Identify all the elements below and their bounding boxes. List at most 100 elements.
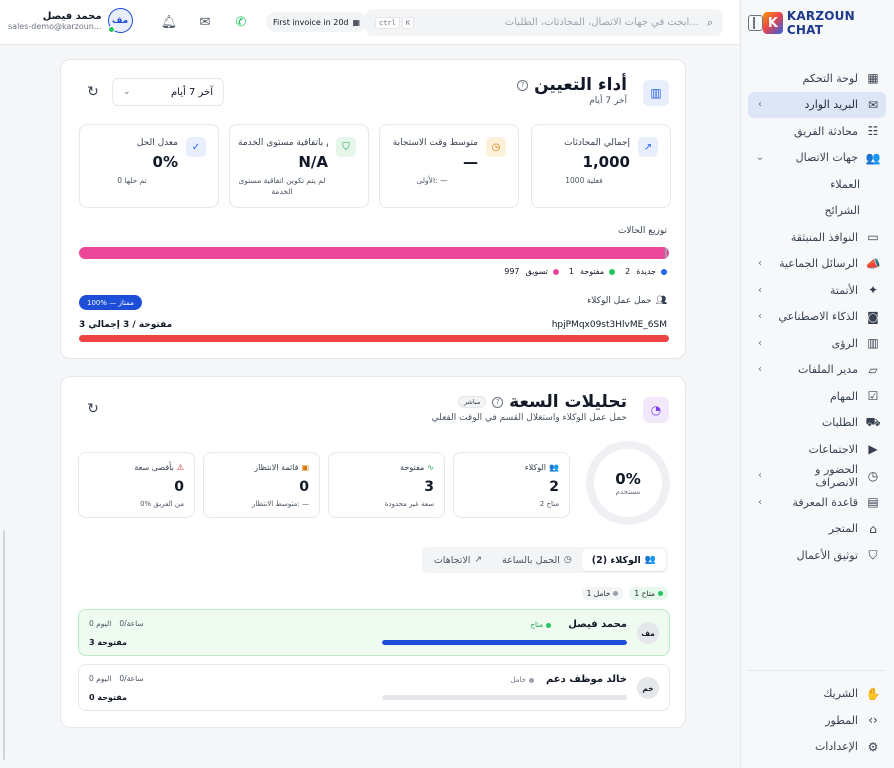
sidebar-item-label: النوافذ المنبثقة — [790, 230, 858, 244]
tab-0[interactable]: 👥 الوكلاء (2) — [581, 549, 666, 571]
status-dot — [546, 622, 551, 628]
agent-status: خامل — [510, 676, 534, 684]
sidebar-item[interactable]: ◷ الحضور و الانصراف ‹ — [748, 463, 886, 489]
capacity-title: مباشر ? تحليلات السعة — [457, 392, 627, 412]
sidebar-item[interactable]: ▦ لوحة التحكم — [748, 65, 886, 91]
sidebar-item[interactable]: ☑ المهام — [748, 383, 886, 409]
agent-open-count: 3 مفتوحة — [89, 638, 127, 647]
capacity-card-head: ▣ قائمة الانتظار — [254, 463, 309, 472]
workload-title-text: حمل عمل الوكلاء — [587, 296, 652, 306]
refresh-icon[interactable]: ↻ — [85, 84, 101, 100]
tab-2[interactable]: ↗ الاتجاهات — [424, 549, 492, 571]
refresh-icon[interactable]: ↻ — [85, 401, 101, 417]
gauge-value: 0% — [615, 470, 641, 488]
sidebar-item[interactable]: ▱ مدير الملفات ‹ — [748, 357, 886, 383]
sidebar-nav: ▦ لوحة التحكم ✉ البريد الوارد ‹ ☷ محادثة الفري… — [748, 65, 886, 569]
scrollbar[interactable] — [3, 530, 5, 760]
invoice-label: First invoice in 20d — [273, 17, 349, 27]
stat-value: 1,000 — [582, 153, 630, 171]
shield-check-icon: ⛉ — [868, 547, 878, 562]
capacity-card: 👥 الوكلاء 2 2 متاح — [453, 452, 570, 518]
sidebar-item[interactable]: ✉ البريد الوارد ‹ — [748, 91, 886, 118]
live-badge: مباشر — [457, 396, 487, 408]
sidebar-item[interactable]: ☷ محادثة الفريق — [748, 118, 886, 144]
user-name: محمد فيصل — [42, 10, 102, 22]
global-search[interactable]: ⌕ ابحث في جهات الاتصال، المحادثات، الطلب… — [365, 9, 723, 36]
kbd-ctrl: ctrl — [375, 16, 400, 29]
sidebar-item[interactable]: ◙ الذكاء الاصطناعي ‹ — [748, 304, 886, 330]
capacity-card-value: 0 — [299, 479, 309, 495]
sidebar-item[interactable]: ✦ الأتمتة ‹ — [748, 277, 886, 303]
chevron-down-icon: ⌄ — [123, 87, 131, 97]
user-menu[interactable]: محمد فيصل sales-demo@karzoun... مف — [8, 8, 133, 33]
help-icon[interactable]: ? — [492, 396, 504, 408]
capacity-card-label: الوكلاء — [524, 463, 547, 472]
sidebar-item[interactable]: ▥ الرؤى ‹ — [748, 330, 886, 356]
sidebar-bottom-item[interactable]: ✋ الشريك — [748, 681, 886, 707]
sidebar-item-label: الأتمتة — [830, 283, 858, 297]
chevron-icon: ‹ — [758, 496, 762, 508]
gear-icon: ⚙ — [867, 739, 879, 754]
capacity-card-note: 0% من الفريق — [140, 500, 184, 508]
sidebar-item-label: محادثة الفريق — [794, 124, 858, 138]
agent-load-fill — [382, 640, 627, 645]
agent-row[interactable]: خم خالد موظف دعم خامل 0 اليوم 0/ساعة 0 مفتوحة — [78, 664, 670, 711]
avatar-initials: مف — [111, 15, 129, 26]
agent-today: 0 اليوم — [89, 619, 112, 628]
sidebar-bottom-nav: ✋ الشريك ‹› المطور ⚙ الإعدادات — [748, 669, 886, 761]
tab-label: الوكلاء (2) — [591, 554, 641, 566]
agent-per-hour: 0/ساعة — [119, 619, 144, 628]
agent-status-chips: 1 متاح 1 خامل — [581, 587, 668, 600]
tab-1[interactable]: ◷ الحمل بالساعة — [492, 549, 582, 571]
capacity-card-icon: ⚠ — [176, 463, 184, 472]
sidebar-item[interactable]: ⛉ توثيق الأعمال — [748, 542, 886, 568]
whatsapp-icon[interactable]: ✆ — [232, 13, 250, 31]
capacity-subtitle: حمل عمل الوكلاء واستغلال القسم في الوقت … — [431, 413, 627, 423]
workload-title: حمل عمل الوكلاء 👥︎ — [587, 296, 667, 306]
sidebar-collapse-icon[interactable] — [748, 15, 763, 31]
sidebar-item[interactable]: العملاء — [748, 171, 886, 197]
stat-note: 1000 فعلية — [565, 176, 603, 185]
sidebar-item[interactable]: ⌂ المتجر — [748, 516, 886, 542]
period-select-value: آخر 7 أيام — [170, 86, 213, 98]
agent-name: محمد فيصل — [568, 619, 627, 630]
agent-row[interactable]: مف محمد فيصل متاح 0 اليوم 0/ساعة 3 مفتوحة — [78, 609, 670, 656]
sidebar-bottom-item[interactable]: ⚙ الإعدادات — [748, 734, 886, 760]
help-icon[interactable]: ? — [517, 79, 529, 91]
capacity-title-text: تحليلات السعة — [509, 392, 627, 412]
invoice-pill[interactable]: First invoice in 20d ▦ — [266, 12, 368, 32]
mail-icon[interactable]: ✉ — [196, 13, 214, 31]
sidebar-item-label: جهات الاتصال — [795, 151, 858, 164]
utilization-gauge: 0% مستخدم — [586, 441, 670, 525]
chevron-icon: ‹ — [758, 284, 762, 296]
sidebar-item-label: الحضور و الانصراف — [815, 462, 858, 489]
period-select[interactable]: آخر 7 أيام ⌄ — [112, 78, 224, 106]
agent-load-bar — [79, 335, 669, 342]
chevron-icon: ‹ — [758, 258, 762, 269]
brand-logo[interactable]: K KARZOUN CHAT — [762, 9, 886, 37]
clock-icon: ◷ — [867, 468, 879, 483]
sidebar-bottom-item[interactable]: ‹› المطور — [748, 707, 886, 733]
store-icon: ⌂ — [869, 521, 877, 536]
clock-icon: ◷ — [563, 555, 572, 565]
sidebar-item-label: لوحة التحكم — [802, 71, 858, 85]
sidebar-item[interactable]: ▭ النوافذ المنبثقة — [748, 224, 886, 250]
sidebar-item[interactable]: ▤ قاعدة المعرفة ‹ — [748, 489, 886, 515]
bell-icon[interactable]: 🔔︎ — [160, 13, 178, 31]
capacity-card-value: 0 — [174, 479, 184, 495]
assignment-performance-card: ▥ ? أداء التعيين آخر 7 أيام آخر 7 أيام ⌄… — [60, 59, 686, 359]
user-email: sales-demo@karzoun... — [8, 21, 102, 31]
search-input[interactable]: ابحث في جهات الاتصال، المحادثات، الطلبات… — [422, 17, 699, 28]
sidebar-item[interactable]: ▶ الاجتماعات — [748, 436, 886, 462]
code-icon: ‹› — [868, 713, 878, 727]
stat-label: إجمالي المحادثات — [564, 138, 630, 148]
avatar[interactable]: مف — [107, 8, 133, 33]
agent-meta: 0 اليوم 0/ساعة — [89, 619, 144, 628]
sidebar-item[interactable]: الشرائح — [748, 198, 886, 224]
sidebar-item[interactable]: 👥 جهات الاتصال ⌄ — [748, 145, 886, 171]
sidebar-item[interactable]: ⛟ الطلبات — [748, 410, 886, 436]
sidebar-item[interactable]: 📣 الرسائل الجماعية ‹ — [748, 251, 886, 277]
stat-value: 0% — [152, 153, 178, 171]
legend-label: مفتوحة — [580, 267, 605, 276]
users-icon: 👥 — [644, 555, 656, 565]
